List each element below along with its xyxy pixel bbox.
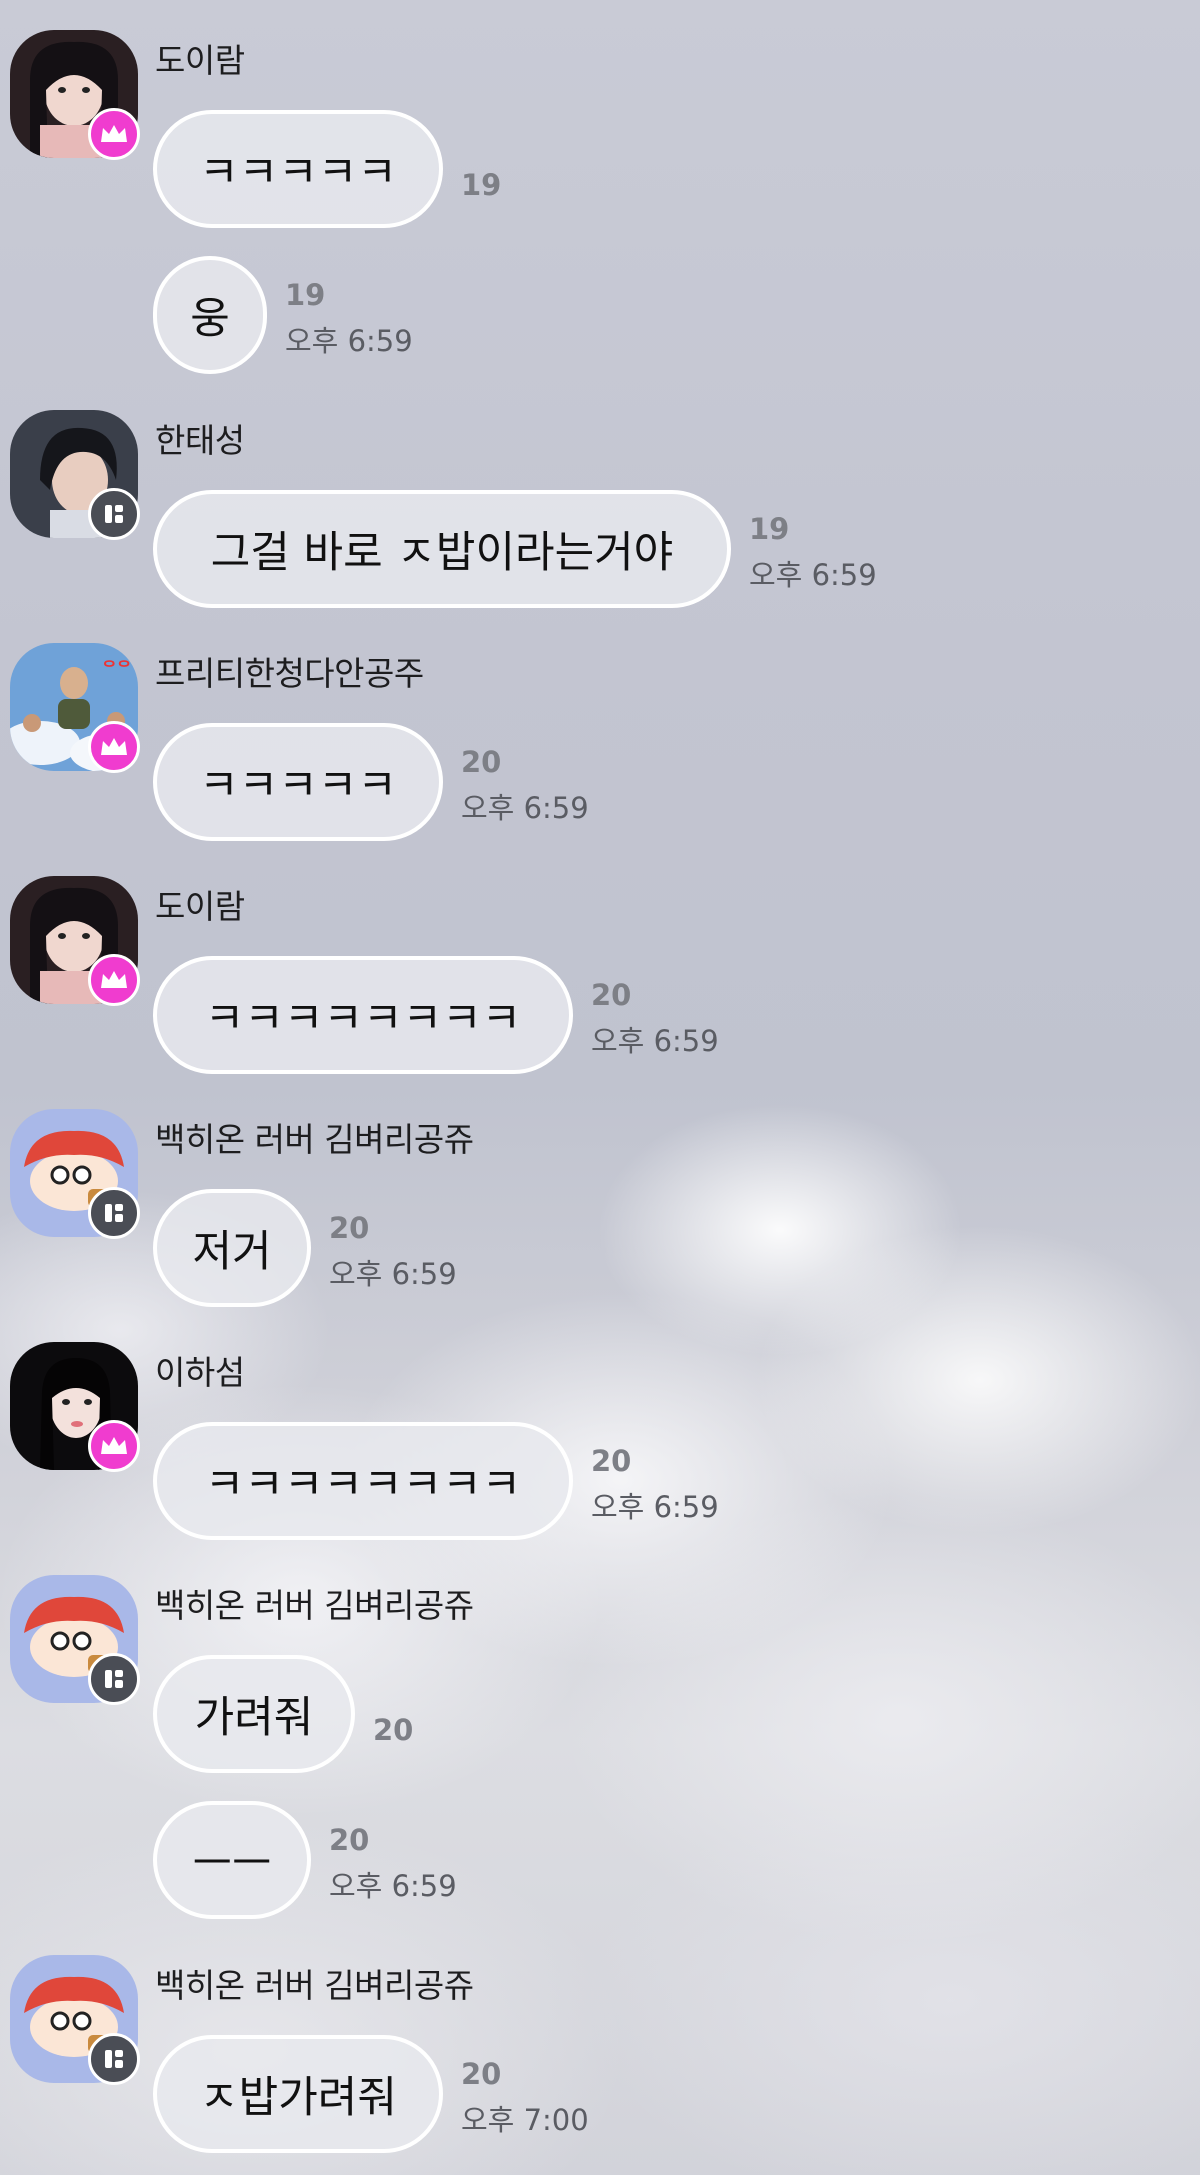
message-bubble[interactable]: ㅡㅡ — [153, 1801, 311, 1919]
unread-count: 20 — [373, 1713, 414, 1747]
unread-count: 20 — [461, 2057, 502, 2091]
crown-icon — [101, 971, 127, 988]
message-bubble[interactable]: 저거 — [153, 1189, 311, 1307]
message-bubble[interactable]: 웅 — [153, 256, 267, 374]
message-bubble[interactable]: ㅋㅋㅋㅋㅋㅋㅋㅋ — [153, 956, 573, 1074]
badge — [88, 1653, 140, 1705]
timestamp: 오후 6:59 — [285, 324, 413, 358]
timestamp: 오후 6:59 — [591, 1490, 719, 1524]
sender-name: 한태성 — [155, 421, 245, 460]
unread-count: 20 — [329, 1211, 370, 1245]
unread-count: 19 — [461, 168, 502, 202]
timestamp: 오후 6:59 — [329, 1869, 457, 1903]
sender-name: 이하섬 — [155, 1353, 245, 1392]
tile-icon — [105, 505, 123, 523]
message-bubble[interactable]: ㅈ밥가려줘 — [153, 2035, 443, 2153]
badge — [88, 1187, 140, 1239]
tile-icon — [105, 1670, 123, 1688]
sender-name: 백히온 러버 김벼리공쥬 — [155, 1120, 474, 1159]
unread-count: 20 — [591, 978, 632, 1012]
unread-count: 20 — [461, 745, 502, 779]
sender-name: 백히온 러버 김벼리공쥬 — [155, 1966, 474, 2005]
timestamp: 오후 6:59 — [329, 1257, 457, 1291]
timestamp: 오후 6:59 — [591, 1024, 719, 1058]
unread-count: 19 — [285, 278, 326, 312]
badge — [88, 2033, 140, 2085]
chat-screen: { "colors": { "crown_badge": "#f03ccf", … — [0, 0, 1200, 2175]
crown-icon — [101, 1437, 127, 1454]
crown-icon — [101, 738, 127, 755]
message-bubble[interactable]: 가려줘 — [153, 1655, 355, 1773]
message-bubble[interactable]: ㅋㅋㅋㅋㅋ — [153, 110, 443, 228]
message-bubble[interactable]: ㅋㅋㅋㅋㅋ — [153, 723, 443, 841]
sender-name: 도이람 — [155, 41, 245, 80]
message-bubble[interactable]: ㅋㅋㅋㅋㅋㅋㅋㅋ — [153, 1422, 573, 1540]
badge — [88, 108, 140, 160]
tile-icon — [105, 2050, 123, 2068]
badge — [88, 721, 140, 773]
sender-name: 백히온 러버 김벼리공쥬 — [155, 1586, 474, 1625]
unread-count: 20 — [591, 1444, 632, 1478]
sender-name: 프리티한청다안공주 — [155, 654, 424, 693]
unread-count: 20 — [329, 1823, 370, 1857]
badge — [88, 1420, 140, 1472]
timestamp: 오후 7:00 — [461, 2103, 589, 2137]
timestamp: 오후 6:59 — [461, 791, 589, 825]
unread-count: 19 — [749, 512, 790, 546]
message-bubble[interactable]: 그걸 바로 ㅈ밥이라는거야 — [153, 490, 731, 608]
badge — [88, 954, 140, 1006]
badge — [88, 488, 140, 540]
svg-text:ᄋᄋ: ᄋᄋ — [102, 658, 131, 677]
timestamp: 오후 6:59 — [749, 558, 877, 592]
tile-icon — [105, 1204, 123, 1222]
sender-name: 도이람 — [155, 887, 245, 926]
crown-icon — [101, 125, 127, 142]
